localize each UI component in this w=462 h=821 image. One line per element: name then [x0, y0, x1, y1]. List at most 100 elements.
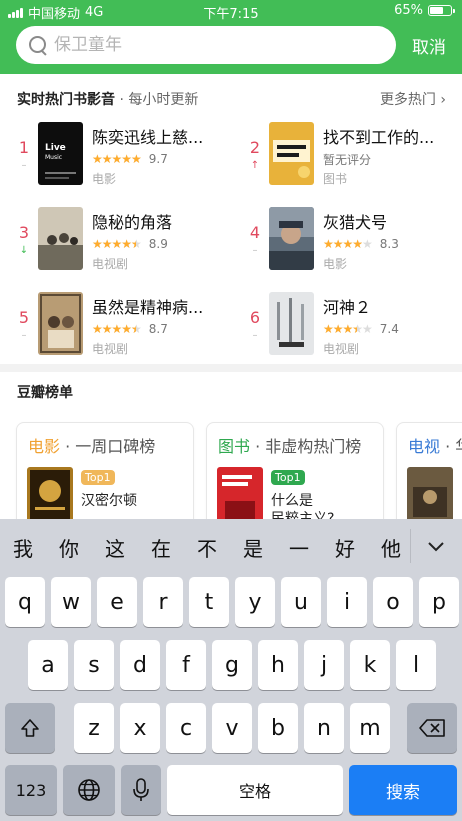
search-input[interactable]	[54, 35, 374, 55]
key-b[interactable]: b	[258, 703, 298, 753]
key-f[interactable]: f	[166, 640, 206, 690]
key-l[interactable]: l	[396, 640, 436, 690]
key-i[interactable]: i	[327, 577, 367, 627]
rating-score: 8.9	[148, 237, 168, 251]
hot-item[interactable]: 5 – 虽然是精神病... ★★★★★★★★★★ 8.7 电视剧	[0, 288, 231, 358]
hot-item[interactable]: 2 ↑ 找不到工作的... 暂无评分 图书	[231, 118, 462, 188]
card-top-title: 什么是 民粹主义?	[271, 493, 335, 520]
hot-item-category: 图书	[323, 172, 348, 186]
rank-number: 3	[18, 223, 30, 242]
candidate-word[interactable]: 不	[184, 533, 230, 562]
delete-key[interactable]	[407, 703, 457, 753]
battery-percent: 65%	[394, 3, 423, 18]
chevron-down-icon[interactable]	[422, 533, 450, 561]
hot-item-title: 隐秘的角落	[92, 213, 173, 232]
search-field[interactable]	[16, 26, 396, 64]
rating-score: 9.7	[148, 152, 168, 166]
svg-text:Live: Live	[45, 143, 66, 153]
card-poster-image	[407, 467, 453, 520]
globe-icon	[78, 779, 100, 801]
hot-item-title: 陈奕迅线上慈...	[92, 128, 204, 147]
key-w[interactable]: w	[51, 577, 91, 627]
hot-item-category: 电视剧	[323, 342, 360, 356]
hot-item[interactable]: 1 – Live Music 陈奕迅线上慈... ★★★★★ ★★★★★ 9.7 电…	[0, 118, 231, 188]
candidate-bar: 我你这在不是一好他	[0, 519, 462, 575]
top1-badge: Top1	[271, 470, 305, 485]
more-hot-link[interactable]: 更多热门 ›	[380, 89, 446, 109]
cancel-button[interactable]: 取消	[412, 33, 446, 58]
key-z[interactable]: z	[74, 703, 114, 753]
key-a[interactable]: a	[28, 640, 68, 690]
key-t[interactable]: t	[189, 577, 229, 627]
key-q[interactable]: q	[5, 577, 45, 627]
hot-section-title-text: 实时热门书影音	[17, 92, 115, 108]
key-p[interactable]: p	[419, 577, 459, 627]
candidate-word[interactable]: 这	[92, 533, 138, 562]
rank-number: 2	[249, 138, 261, 157]
section-divider	[0, 364, 462, 372]
hot-section-title: 实时热门书影音 · 每小时更新	[17, 89, 198, 109]
hot-item[interactable]: 3 ↓ 隐秘的角落 ★★★★★★★★★★ 8.9 电视剧	[0, 203, 231, 273]
key-y[interactable]: y	[235, 577, 275, 627]
hot-item-title: 找不到工作的...	[323, 128, 435, 147]
candidate-separator	[410, 529, 411, 563]
poster-image	[269, 207, 314, 270]
top1-badge: Top1	[81, 470, 115, 485]
candidate-word[interactable]: 好	[322, 533, 368, 562]
hot-item-category: 电影	[92, 172, 117, 186]
card-poster-image	[217, 467, 263, 520]
key-g[interactable]: g	[212, 640, 252, 690]
key-k[interactable]: k	[350, 640, 390, 690]
key-c[interactable]: c	[166, 703, 206, 753]
card-subtitle: · 非虚构热门榜	[250, 437, 362, 456]
poster-image	[269, 122, 314, 185]
rank-card-tv[interactable]: 电视 · 华语	[396, 422, 462, 520]
keyboard: 我你这在不是一好他 qwertyuiop asdfghjkl zxcvbnm 123…	[0, 519, 462, 821]
key-r[interactable]: r	[143, 577, 183, 627]
globe-key[interactable]	[63, 765, 115, 815]
poster-image: Live Music	[38, 122, 83, 185]
candidate-word[interactable]: 一	[276, 533, 322, 562]
key-x[interactable]: x	[120, 703, 160, 753]
rating-stars: ★★★★★★★★★★	[92, 322, 142, 336]
hot-item[interactable]: 4 – 灰猎犬号 ★★★★★★★★★★ 8.3 电影	[231, 203, 462, 273]
candidate-word[interactable]: 是	[230, 533, 276, 562]
hot-item-title: 灰猎犬号	[323, 213, 388, 232]
hot-item-category: 电视剧	[92, 257, 129, 271]
key-v[interactable]: v	[212, 703, 252, 753]
key-n[interactable]: n	[304, 703, 344, 753]
search-key[interactable]: 搜索	[349, 765, 457, 815]
candidate-word[interactable]: 他	[368, 533, 414, 562]
candidate-word[interactable]: 你	[46, 533, 92, 562]
key-m[interactable]: m	[350, 703, 390, 753]
space-key[interactable]: 空格	[167, 765, 343, 815]
rating-score: 7.4	[379, 322, 399, 336]
candidate-word[interactable]: 在	[138, 533, 184, 562]
rank-section-title: 豆瓣榜单	[17, 385, 73, 401]
hot-item-title: 河神２	[323, 298, 372, 317]
key-u[interactable]: u	[281, 577, 321, 627]
rank-card-movie[interactable]: 电影 · 一周口碑榜 Top1 汉密尔顿	[16, 422, 194, 520]
rank-trend: ↑	[250, 160, 260, 171]
rank-card-book[interactable]: 图书 · 非虚构热门榜 Top1 什么是 民粹主义?	[206, 422, 384, 520]
key-e[interactable]: e	[97, 577, 137, 627]
rank-card-carousel[interactable]: 电影 · 一周口碑榜 Top1 汉密尔顿 图书 · 非虚构热门榜 Top1 什么…	[0, 414, 462, 520]
key-o[interactable]: o	[373, 577, 413, 627]
search-icon	[28, 35, 48, 55]
candidate-word[interactable]: 我	[0, 533, 46, 562]
status-bar: 中国移动 4G 下午7:15 65%	[0, 0, 462, 22]
key-h[interactable]: h	[258, 640, 298, 690]
key-d[interactable]: d	[120, 640, 160, 690]
hot-section-header: 实时热门书影音 · 每小时更新 更多热门 ›	[0, 80, 462, 116]
hot-item[interactable]: 6 – 河神２ ★★★★★★★★★★ 7.4 电视剧	[231, 288, 462, 358]
shift-key[interactable]	[5, 703, 55, 753]
dictation-key[interactable]	[121, 765, 161, 815]
rating-stars: ★★★★★★★★★★	[92, 237, 142, 251]
hot-section-subtitle: · 每小时更新	[115, 92, 199, 108]
rank-trend: –	[252, 330, 258, 341]
key-s[interactable]: s	[74, 640, 114, 690]
key-j[interactable]: j	[304, 640, 344, 690]
card-top-title: 汉密尔顿	[81, 493, 137, 509]
numbers-key[interactable]: 123	[5, 765, 57, 815]
rating-stars: ★★★★★★★★★★	[323, 322, 373, 336]
